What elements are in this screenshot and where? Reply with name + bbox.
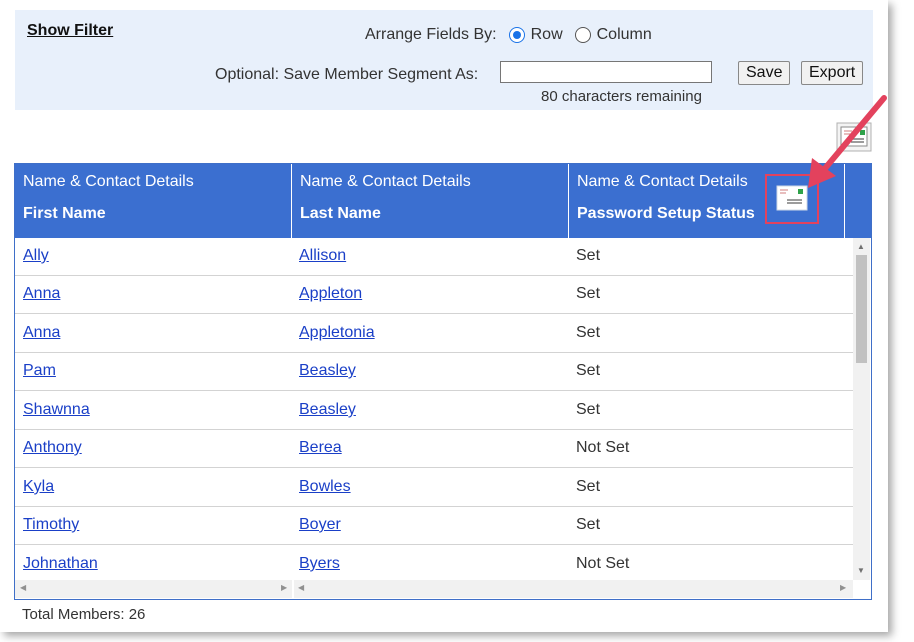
password-status: Set bbox=[576, 247, 601, 264]
first-name-link[interactable]: Shawnna bbox=[23, 401, 90, 419]
last-name-link[interactable]: Beasley bbox=[299, 362, 356, 380]
column-name-label: First Name bbox=[23, 205, 106, 222]
horizontal-scrollbar-right[interactable]: ◀ ▶ bbox=[294, 580, 853, 598]
column-group-label: Name & Contact Details bbox=[300, 173, 471, 190]
password-status: Set bbox=[576, 285, 601, 302]
first-name-link[interactable]: Pam bbox=[23, 362, 56, 380]
password-status: Set bbox=[576, 516, 601, 533]
row-radio-label[interactable]: Row bbox=[531, 26, 563, 44]
column-header-last-name[interactable]: Name & Contact Details Last Name bbox=[292, 164, 569, 238]
last-name-link[interactable]: Allison bbox=[299, 247, 346, 265]
column-group-label: Name & Contact Details bbox=[23, 173, 194, 190]
password-status: Set bbox=[576, 324, 601, 341]
table-row: Johnathan Byers Not Set bbox=[15, 546, 853, 584]
column-name-label: Last Name bbox=[300, 205, 381, 222]
last-name-link[interactable]: Berea bbox=[299, 439, 342, 457]
table-row: Shawnna Beasley Set bbox=[15, 392, 853, 430]
last-name-link[interactable]: Appletonia bbox=[299, 324, 375, 342]
column-header-first-name[interactable]: Name & Contact Details First Name bbox=[15, 164, 292, 238]
arrange-fields-label: Arrange Fields By: bbox=[365, 26, 497, 43]
column-name-label: Password Setup Status bbox=[577, 205, 755, 222]
last-name-link[interactable]: Bowles bbox=[299, 478, 351, 496]
email-column-icon[interactable] bbox=[765, 174, 819, 224]
scroll-right-icon[interactable]: ▶ bbox=[840, 583, 846, 592]
first-name-link[interactable]: Anna bbox=[23, 285, 60, 303]
first-name-link[interactable]: Anthony bbox=[23, 439, 82, 457]
table-header: Name & Contact Details First Name Name &… bbox=[15, 164, 871, 238]
vertical-scrollbar[interactable]: ▲ ▼ bbox=[853, 238, 870, 580]
scroll-right-icon[interactable]: ▶ bbox=[281, 583, 287, 592]
password-status: Set bbox=[576, 401, 601, 418]
row-radio[interactable] bbox=[508, 27, 525, 43]
password-status: Not Set bbox=[576, 555, 630, 572]
save-button[interactable]: Save bbox=[738, 61, 791, 85]
table-row: Pam Beasley Set bbox=[15, 353, 853, 391]
members-table: Name & Contact Details First Name Name &… bbox=[14, 163, 872, 600]
email-envelope-icon[interactable] bbox=[836, 122, 872, 152]
password-status: Set bbox=[576, 478, 601, 495]
table-row: Ally Allison Set bbox=[15, 238, 853, 276]
first-name-link[interactable]: Kyla bbox=[23, 478, 54, 496]
horizontal-scrollbar-left[interactable]: ◀ ▶ bbox=[15, 580, 292, 598]
window-frame: Show Filter Arrange Fields By: Row Colum… bbox=[0, 0, 888, 632]
filter-bar: Show Filter Arrange Fields By: Row Colum… bbox=[15, 10, 873, 110]
table-row: Kyla Bowles Set bbox=[15, 469, 853, 507]
password-status: Not Set bbox=[576, 439, 630, 456]
first-name-link[interactable]: Johnathan bbox=[23, 555, 98, 573]
characters-remaining: 80 characters remaining bbox=[541, 88, 702, 105]
table-row: Timothy Boyer Set bbox=[15, 507, 853, 545]
segment-name-input[interactable] bbox=[500, 61, 712, 83]
first-name-link[interactable]: Ally bbox=[23, 247, 49, 265]
table-row: Anna Appletonia Set bbox=[15, 315, 853, 353]
last-name-link[interactable]: Boyer bbox=[299, 516, 341, 534]
first-name-link[interactable]: Anna bbox=[23, 324, 60, 342]
scroll-up-icon[interactable]: ▲ bbox=[857, 242, 865, 251]
first-name-link[interactable]: Timothy bbox=[23, 516, 79, 534]
column-group-label: Name & Contact Details bbox=[577, 173, 748, 190]
last-name-link[interactable]: Byers bbox=[299, 555, 340, 573]
table-row: Anna Appleton Set bbox=[15, 276, 853, 314]
scroll-thumb[interactable] bbox=[856, 255, 867, 363]
total-members: Total Members: 26 bbox=[22, 606, 146, 623]
scroll-left-icon[interactable]: ◀ bbox=[20, 583, 26, 592]
scroll-down-icon[interactable]: ▼ bbox=[857, 566, 865, 575]
last-name-link[interactable]: Appleton bbox=[299, 285, 362, 303]
table-row: Anthony Berea Not Set bbox=[15, 430, 853, 468]
arrange-fields-group: Arrange Fields By: Row Column bbox=[365, 26, 652, 44]
export-button[interactable]: Export bbox=[801, 61, 864, 85]
scroll-left-icon[interactable]: ◀ bbox=[298, 583, 304, 592]
last-name-link[interactable]: Beasley bbox=[299, 401, 356, 419]
column-radio-label[interactable]: Column bbox=[597, 26, 652, 44]
password-status: Set bbox=[576, 362, 601, 379]
save-segment-label: Optional: Save Member Segment As: bbox=[215, 66, 479, 83]
column-radio[interactable] bbox=[574, 27, 591, 43]
show-filter-link[interactable]: Show Filter bbox=[27, 22, 113, 40]
